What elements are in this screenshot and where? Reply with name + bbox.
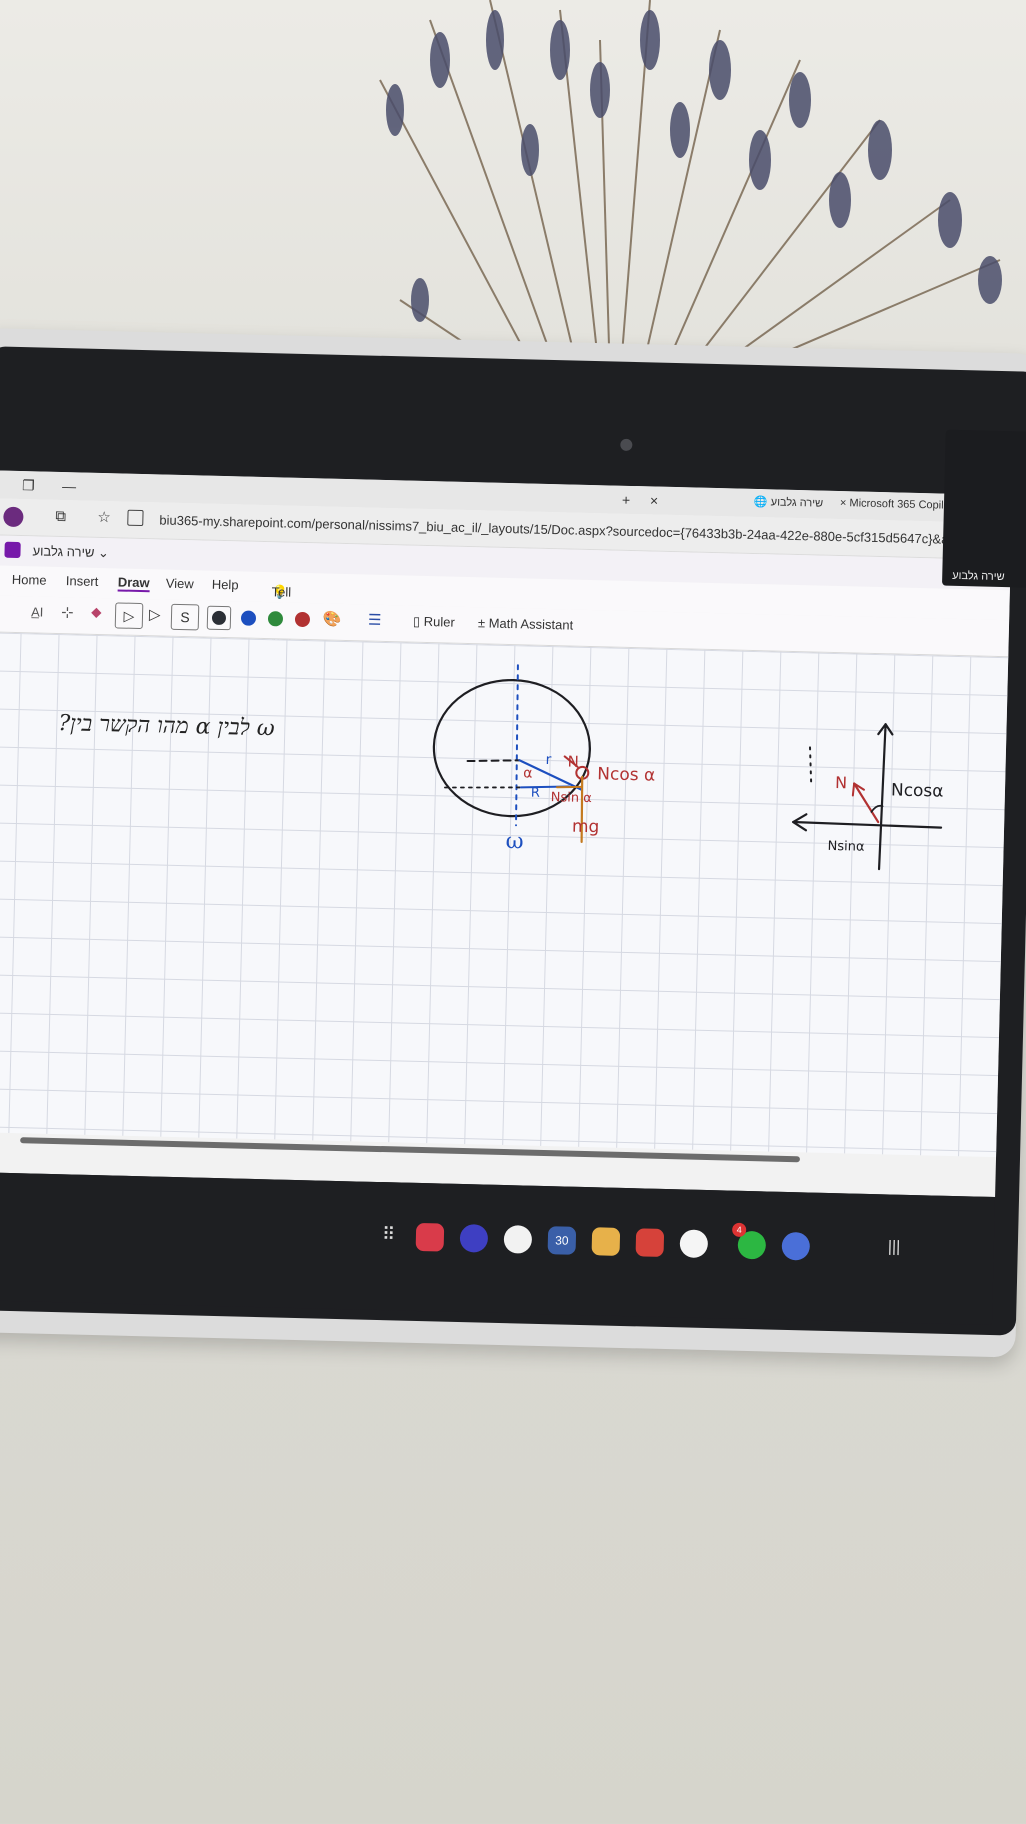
label-omega: ω [505,828,524,855]
eraser-icon[interactable]: ⬥ [91,604,102,621]
label-N: N [567,752,580,771]
front-camera [620,438,633,451]
dashed-radius-line [466,759,521,763]
note-canvas[interactable]: ?מהו הקשר בין α לבין ω Ncos α Nsin α mg … [0,632,1009,1158]
label-nsin-alpha: Nsin α [550,790,592,807]
notification-badge: 4 [732,1222,747,1237]
close-tab-button[interactable]: × [650,492,659,508]
calendar-app-icon[interactable]: 30 [547,1226,577,1255]
settings-app-icon[interactable] [781,1231,811,1261]
rotation-axis-line [515,664,519,827]
tablet-bezel: ❐ — + × 🌐 שירה גלבוע × Microsoft 365 Cop… [0,346,1026,1336]
pen-green-button[interactable] [267,611,284,627]
extensions-icon[interactable]: ⧉ [55,508,66,525]
ink-to-shape-icon[interactable]: S [170,603,200,631]
type-select-icon[interactable]: A̲I [31,604,44,619]
tab-insert[interactable]: Insert [66,573,99,589]
star-icon[interactable]: ☆ [97,508,111,526]
color-palette-icon[interactable]: 🎨 [323,609,342,627]
tablet-device: ❐ — + × 🌐 שירה גלבוע × Microsoft 365 Cop… [0,328,1026,1358]
notes-app-icon[interactable] [635,1228,665,1257]
pen-black-button[interactable] [206,605,232,631]
whatsapp-app-icon[interactable]: 4 [732,1222,767,1260]
app-drawer-icon[interactable]: ⠿ [382,1224,396,1245]
label-r: r [545,751,552,769]
math-assistant-button[interactable]: ± Math Assistant [478,615,574,632]
pointer-icon[interactable]: ▷ [149,605,161,623]
side-panel: שירה גלבוע [941,429,1026,589]
label-ncos-right: Ncosα [890,780,944,802]
y-axis-line [877,723,887,871]
globe-icon: 🌐 [753,495,768,509]
browser-tab-copilot[interactable]: × Microsoft 365 Copilo [840,497,950,512]
math-icon: ± [477,615,486,631]
files-app-icon[interactable] [591,1227,621,1256]
notebook-name[interactable]: שירה גלבוע ⌄ [32,543,109,561]
tab-help[interactable]: Help [212,577,239,593]
pen-red-button[interactable] [294,611,311,628]
android-taskbar: ⠿ 30 4 ||| [0,1171,996,1326]
messages-app-icon[interactable] [503,1225,533,1254]
horizontal-force-line [555,785,583,789]
label-alpha: α [523,765,533,782]
label-nsin-right: Nsinα [827,838,865,855]
site-info-icon[interactable] [127,509,144,527]
chatgpt-app-icon[interactable] [679,1229,709,1259]
restore-window-icon[interactable]: ❐ [22,477,35,494]
minimize-window-icon[interactable]: — [62,478,76,494]
tab-view[interactable]: View [166,576,194,592]
label-mg: mg [571,816,600,838]
pen-blue-button[interactable] [240,610,257,626]
dotted-base-line [444,786,525,789]
pen-black-swatch [211,610,227,626]
x-axis-line [792,820,943,829]
dotted-mark [809,746,813,784]
tab-draw[interactable]: Draw [117,574,150,593]
ruler-icon: ▯ [412,613,421,629]
line-weight-icon[interactable]: ☰ [368,611,382,629]
label-N-right: N [834,773,848,793]
tab-home[interactable]: Home [12,572,47,588]
side-panel-name: שירה גלבוע [952,569,1005,584]
profile-avatar[interactable] [3,506,24,528]
lavender-plant [379,0,1002,380]
new-tab-button[interactable]: + [622,492,631,508]
chevron-down-icon: ⌄ [97,544,110,561]
lasso-select-icon[interactable]: ⊹ [61,603,74,621]
pen-pointer-icon[interactable]: ▷ [114,602,144,630]
camera-app-icon[interactable] [415,1222,445,1252]
tablet-screen: ❐ — + × 🌐 שירה גלבוע × Microsoft 365 Cop… [0,470,1013,1198]
label-ncos-alpha: Ncos α [597,764,656,786]
browser-app-icon[interactable] [459,1224,489,1253]
physics-sketch [432,664,943,871]
onenote-icon [4,541,21,559]
recents-nav-icon[interactable]: ||| [888,1238,901,1256]
ruler-button[interactable]: ▯ Ruler [413,614,455,631]
browser-tab-notebook[interactable]: 🌐 שירה גלבוע [754,495,823,510]
normal-vector-line [853,782,880,824]
label-R: R [530,785,541,801]
close-icon[interactable]: × [840,497,847,509]
